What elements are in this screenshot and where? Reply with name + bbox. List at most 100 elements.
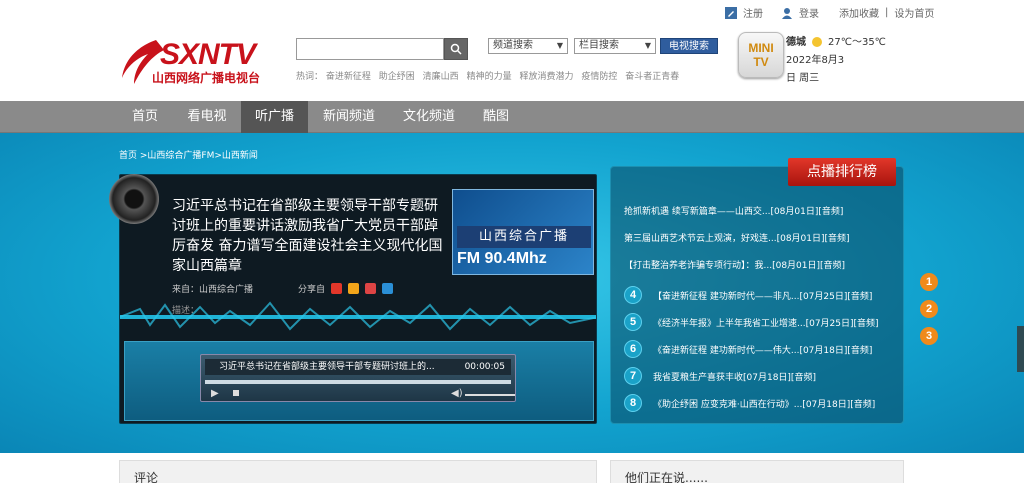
hot-word[interactable]: 奋斗者正青春 bbox=[625, 72, 679, 82]
comments-box: 评论 bbox=[119, 460, 597, 483]
search-icon bbox=[450, 43, 462, 55]
ranking-item[interactable]: 4 【奋进新征程 建功新时代——非凡...[07月25日][音频] bbox=[624, 286, 872, 304]
ranking-item[interactable]: 7 我省夏粮生产喜获丰收[07月18日][音频] bbox=[624, 367, 816, 385]
rank-number: 7 bbox=[624, 367, 642, 385]
now-playing-title: 习近平总书记在省部级主要领导干部专题研讨班上的... bbox=[219, 362, 435, 372]
register-link[interactable]: 注册 bbox=[743, 5, 763, 20]
ranking-item[interactable]: 1 抢抓新机遇 续写新篇章——山西交...[08月01日][音频] bbox=[624, 204, 938, 291]
program-title: 习近平总书记在省部级主要领导干部专题研讨班上的重要讲话激励我省广大党员干部踔厉奋… bbox=[172, 198, 443, 274]
rank-number: 6 bbox=[624, 340, 642, 358]
hot-words: 热词： 奋进新征程 助企纾困 清廉山西 精神的力量 释放消费潜力 疫情防控 奋斗… bbox=[296, 69, 684, 82]
ranking-item-text: 抢抓新机遇 续写新篇章——山西交...[08月01日][音频] bbox=[624, 207, 844, 217]
progress-bar[interactable] bbox=[205, 380, 511, 384]
ranking-item-text: 【奋进新征程 建功新时代——非凡...[07月25日][音频] bbox=[653, 291, 873, 302]
tv-search-button[interactable]: 电视搜索 bbox=[660, 38, 718, 54]
ranking-item-text: 第三届山西艺术节云上观演，好戏连...[08月01日][音频] bbox=[624, 234, 850, 244]
channel-search-value: 频道搜索 bbox=[493, 40, 533, 51]
nav-item-pics[interactable]: 酷图 bbox=[474, 101, 518, 133]
top-links: 注册 登录 添加收藏 | 设为首页 bbox=[725, 5, 934, 20]
share-bar: 分享自 bbox=[298, 282, 394, 295]
favorite-link[interactable]: 添加收藏 bbox=[839, 5, 879, 20]
sun-icon bbox=[812, 37, 822, 47]
comments-heading: 评论 bbox=[134, 471, 159, 483]
weibo-icon[interactable] bbox=[331, 283, 343, 294]
stop-icon[interactable] bbox=[233, 390, 239, 396]
renren-icon[interactable] bbox=[365, 283, 377, 294]
ranking-item-text: 【打击整治养老诈骗专项行动】：我...[08月01日][音频] bbox=[624, 261, 846, 271]
weather-widget: 德城 27℃～35℃ 2022年8月3 日 周三 bbox=[786, 34, 886, 88]
mini-tv-line2: TV bbox=[753, 55, 769, 69]
hot-word[interactable]: 释放消费潜力 bbox=[519, 72, 573, 82]
play-icon[interactable]: ▶ bbox=[211, 388, 219, 399]
now-playing-bar: 习近平总书记在省部级主要领导干部专题研讨班上的... 00:00:05 bbox=[205, 359, 511, 375]
nav-item-tv[interactable]: 看电视 bbox=[175, 101, 239, 133]
site-logo[interactable]: SXNTV 山西网络广播电视台 bbox=[118, 38, 278, 88]
ranking-title: 点播排行榜 bbox=[788, 158, 896, 186]
tencent-icon[interactable] bbox=[348, 283, 360, 294]
hot-word[interactable]: 助企纾困 bbox=[379, 72, 415, 82]
logo-text: SXNTV bbox=[160, 38, 256, 71]
rank-number: 3 bbox=[920, 327, 938, 345]
talking-box: 他们正在说...... bbox=[610, 460, 904, 483]
logo-subtitle: 山西网络广播电视台 bbox=[152, 71, 261, 85]
user-icon bbox=[782, 7, 792, 19]
breadcrumb[interactable]: 首页 >山西综合广播FM>山西新闻 bbox=[119, 148, 258, 161]
share-label: 分享自 bbox=[298, 285, 326, 295]
link-divider: | bbox=[885, 7, 889, 18]
qzone-icon[interactable] bbox=[382, 283, 394, 294]
search-button[interactable] bbox=[444, 38, 468, 60]
ranking-item-text: 我省夏粮生产喜获丰收[07月18日][音频] bbox=[653, 372, 816, 383]
mini-tv-button[interactable]: MINI TV bbox=[738, 32, 784, 78]
search-input[interactable] bbox=[296, 38, 444, 60]
chevron-down-icon: ▼ bbox=[644, 41, 651, 50]
page: 注册 登录 添加收藏 | 设为首页 SXNTV 山西网络广播电视台 频道搜索 ▼ … bbox=[0, 0, 1024, 483]
ranking-item-text: 《奋进新征程 建功新时代——伟大...[07月18日][音频] bbox=[653, 345, 873, 356]
hot-word[interactable]: 奋进新征程 bbox=[326, 72, 371, 82]
edit-icon bbox=[725, 6, 737, 19]
rank-number: 5 bbox=[624, 313, 642, 331]
ranking-item[interactable]: 2 第三届山西艺术节云上观演，好戏连...[08月01日][音频] bbox=[624, 231, 938, 318]
mini-tv-line1: MINI bbox=[748, 41, 774, 55]
weather-date: 2022年8月3 bbox=[786, 55, 845, 66]
radio-frequency: FM 90.4Mhz bbox=[457, 250, 547, 267]
nav-item-news[interactable]: 新闻频道 bbox=[314, 101, 384, 133]
hot-word[interactable]: 疫情防控 bbox=[581, 72, 617, 82]
weather-weekday: 日 周三 bbox=[786, 73, 820, 84]
main-nav: 首页 看电视 听广播 新闻频道 文化频道 酷图 bbox=[0, 101, 1024, 133]
rank-number: 2 bbox=[920, 300, 938, 318]
nav-item-home[interactable]: 首页 bbox=[119, 101, 171, 133]
talking-heading: 他们正在说...... bbox=[625, 471, 708, 483]
audio-wave-graphic bbox=[120, 301, 596, 331]
ranking-item-text: 《助企纾困 应变克难·山西在行动》...[07月18日][音频] bbox=[653, 399, 876, 410]
set-homepage-link[interactable]: 设为首页 bbox=[894, 5, 934, 20]
program-source: 来自：山西综合广播 bbox=[172, 285, 254, 295]
chevron-down-icon: ▼ bbox=[556, 41, 563, 50]
ranking-item[interactable]: 8 《助企纾困 应变克难·山西在行动》...[07月18日][音频] bbox=[624, 394, 875, 412]
nav-item-radio[interactable]: 听广播 bbox=[241, 101, 308, 133]
ranking-item[interactable]: 5 《经济半年报》上半年我省工业增速...[07月25日][音频] bbox=[624, 313, 879, 331]
login-link[interactable]: 登录 bbox=[799, 5, 819, 20]
radio-station-name: 山西综合广播 bbox=[457, 226, 591, 248]
column-search-value: 栏目搜索 bbox=[579, 40, 619, 51]
side-float-tab[interactable] bbox=[1017, 326, 1024, 372]
hot-words-label: 热词： bbox=[296, 72, 324, 82]
volume-slider[interactable] bbox=[465, 394, 515, 396]
nav-item-culture[interactable]: 文化频道 bbox=[393, 101, 465, 133]
ranking-item[interactable]: 3 【打击整治养老诈骗专项行动】：我...[08月01日][音频] bbox=[624, 258, 938, 345]
column-search-select[interactable]: 栏目搜索 ▼ bbox=[574, 38, 656, 54]
radio-station-logo: 山西综合广播 FM 90.4Mhz bbox=[452, 189, 594, 275]
rank-number: 4 bbox=[624, 286, 642, 304]
rank-number: 1 bbox=[920, 273, 938, 291]
audio-player: 习近平总书记在省部级主要领导干部专题研讨班上的... 00:00:05 ▶ ◀) bbox=[200, 354, 516, 402]
ranking-item-text: 《经济半年报》上半年我省工业增速...[07月25日][音频] bbox=[653, 318, 879, 329]
weather-city: 德城 bbox=[786, 37, 806, 48]
playback-time: 00:00:05 bbox=[464, 362, 505, 372]
speaker-icon bbox=[109, 174, 159, 224]
hot-word[interactable]: 精神的力量 bbox=[467, 72, 512, 82]
ranking-item[interactable]: 6 《奋进新征程 建功新时代——伟大...[07月18日][音频] bbox=[624, 340, 872, 358]
rank-number: 8 bbox=[624, 394, 642, 412]
channel-search-select[interactable]: 频道搜索 ▼ bbox=[488, 38, 568, 54]
volume-icon[interactable]: ◀) bbox=[451, 388, 463, 399]
weather-temp: 27℃～35℃ bbox=[828, 37, 886, 48]
hot-word[interactable]: 清廉山西 bbox=[423, 72, 459, 82]
